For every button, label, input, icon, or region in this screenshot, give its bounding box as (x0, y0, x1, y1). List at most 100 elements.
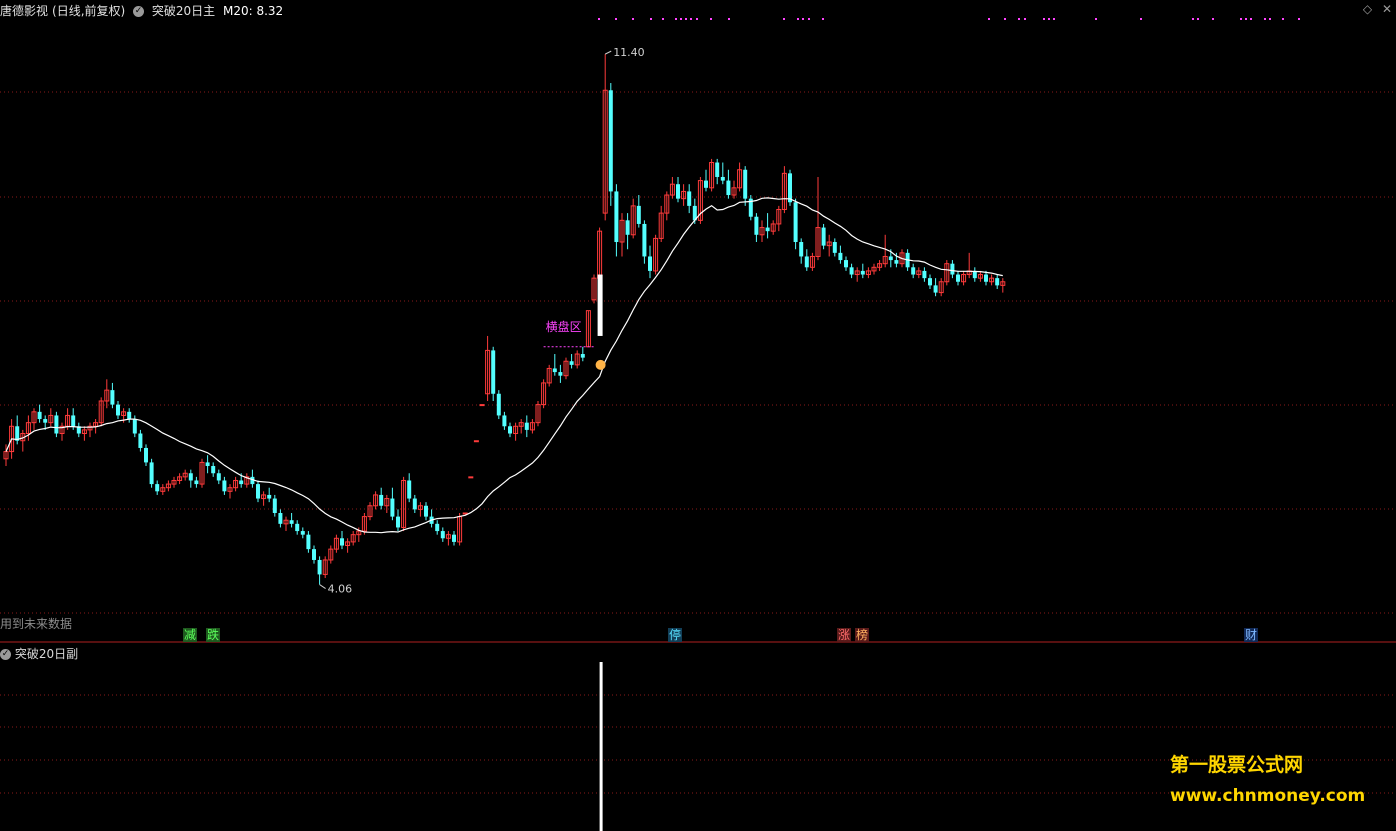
signal-dot (1004, 18, 1006, 20)
candle-body (950, 263, 955, 275)
candle-body (552, 368, 557, 373)
candle-body (138, 433, 143, 448)
candle-body (116, 404, 120, 416)
signal-dot (1245, 18, 1247, 20)
candle-body (743, 169, 748, 199)
candle-body (642, 223, 647, 257)
candle-body (580, 354, 585, 358)
candle-body (71, 415, 76, 427)
candle-body (799, 242, 804, 257)
candle-body (379, 494, 384, 506)
signal-dot (1240, 18, 1242, 20)
candle-body (676, 184, 680, 199)
candle-body (821, 227, 826, 246)
candle-body (390, 498, 395, 517)
candle-body (715, 162, 720, 177)
candle-body (289, 520, 294, 524)
signal-dot (662, 18, 664, 20)
stock-name: 唐德影视 (0, 4, 49, 18)
candle-body (340, 538, 344, 546)
breakout-bar (597, 274, 603, 336)
candle-body (300, 531, 305, 535)
candle-body (491, 350, 496, 394)
candle-body (205, 462, 210, 467)
kline-chart[interactable]: 11.40 4.06 横盘区 (0, 0, 1396, 831)
candle-body (995, 278, 1000, 286)
candle-body (396, 516, 400, 528)
signal-dot (1018, 18, 1020, 20)
signal-dot (1298, 18, 1300, 20)
close-icon[interactable]: ✕ (1382, 2, 1392, 16)
candle-body (272, 498, 277, 513)
candle-body (149, 462, 154, 485)
candle-body (144, 447, 148, 463)
candle-body (687, 191, 692, 206)
diamond-icon[interactable]: ◇ (1363, 2, 1372, 16)
candle-body (838, 252, 843, 261)
candle-body (956, 274, 960, 282)
signal-dot (1264, 18, 1266, 20)
sub-panel-title[interactable]: 突破20日副 (15, 647, 78, 661)
chart-header: 唐德影视 (日线,前复权) ✓ 突破20日主 M20: 8.32 (0, 2, 287, 18)
candle-body (188, 473, 193, 481)
candle-body (608, 90, 613, 192)
signal-dot (710, 18, 712, 20)
signal-dot (1095, 18, 1097, 20)
candle-body (267, 494, 272, 499)
signal-dot (1048, 18, 1050, 20)
candle-body (754, 216, 759, 235)
signal-dot (1140, 18, 1142, 20)
candle-body (468, 476, 474, 479)
window-controls: ◇ ✕ (1363, 2, 1392, 16)
ma20-line (5, 197, 1003, 534)
candle-body (888, 256, 893, 261)
event-badge[interactable]: 榜 (855, 628, 870, 642)
ma-value-label: M20: 8.32 (222, 4, 284, 18)
candle-body (306, 534, 311, 550)
event-badge[interactable]: 财 (1244, 628, 1259, 642)
candle-body (412, 498, 417, 510)
signal-dot (615, 18, 617, 20)
candle-body (625, 220, 630, 235)
event-badge[interactable]: 跌 (206, 628, 221, 642)
candle-body (440, 531, 445, 539)
signal-dot (685, 18, 687, 20)
checkmark-icon[interactable]: ✓ (0, 649, 11, 660)
event-badge[interactable]: 停 (668, 628, 683, 642)
signal-dot (1024, 18, 1026, 20)
indicator-name[interactable]: 突破20日主 (152, 4, 215, 18)
candle-body (132, 419, 137, 434)
candle-body (194, 480, 199, 485)
candle-body (922, 270, 927, 279)
candle-body (894, 260, 899, 264)
signal-dot (1250, 18, 1252, 20)
sub-panel-header: ✓ 突破20日副 (0, 645, 78, 662)
max-pointer (604, 50, 612, 55)
candle-body (479, 404, 485, 407)
candle-body (502, 415, 507, 427)
candle-body (222, 480, 227, 492)
future-data-note: 用到未来数据 (0, 617, 73, 631)
candle-body (765, 227, 770, 232)
candle-body (435, 523, 440, 532)
candle-body (844, 260, 848, 268)
candle-body (278, 512, 283, 524)
max-price-label: 11.40 (613, 46, 645, 59)
candle-body (928, 278, 932, 286)
min-pointer (319, 584, 326, 589)
candle-body (569, 361, 574, 365)
hand-cursor-icon (595, 359, 606, 370)
event-badge[interactable]: 减 (183, 628, 198, 642)
event-badge[interactable]: 涨 (837, 628, 852, 642)
signal-dot (598, 18, 600, 20)
signal-dot (680, 18, 682, 20)
candle-body (793, 202, 798, 243)
candle-body (933, 285, 938, 293)
checkmark-icon[interactable]: ✓ (133, 6, 145, 17)
candle-body (860, 270, 865, 275)
candle-body (614, 191, 619, 243)
signal-dot (1043, 18, 1045, 20)
candle-body (704, 180, 708, 188)
candle-body (804, 256, 809, 268)
candle-body (832, 242, 837, 253)
